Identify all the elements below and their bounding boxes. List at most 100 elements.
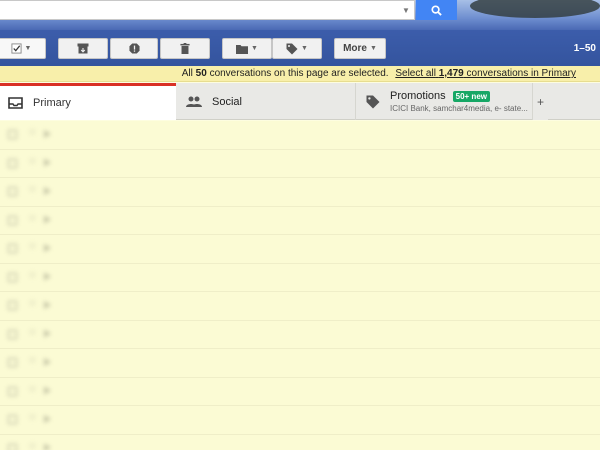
star-icon[interactable]: ☆	[28, 298, 37, 309]
star-icon[interactable]: ☆	[28, 213, 37, 224]
tab-promotions-label: Promotions	[390, 90, 446, 102]
importance-marker-icon[interactable]	[44, 415, 51, 423]
row-checkbox[interactable]	[8, 158, 17, 168]
row-checkbox[interactable]	[8, 358, 17, 367]
tab-primary[interactable]: Primary	[0, 83, 176, 120]
importance-marker-icon[interactable]	[44, 386, 51, 395]
table-row[interactable]: ☆	[0, 121, 600, 150]
star-icon[interactable]: ☆	[28, 355, 37, 366]
row-checkbox[interactable]	[8, 386, 17, 396]
star-icon[interactable]: ☆	[28, 270, 37, 281]
table-row[interactable]: ☆	[0, 149, 600, 178]
row-checkbox[interactable]	[8, 415, 17, 424]
row-checkbox[interactable]	[8, 244, 17, 253]
archive-button[interactable]	[58, 38, 108, 59]
search-button[interactable]	[416, 0, 457, 20]
promotions-senders: ICICI Bank, samchar4media, e- state...	[390, 104, 528, 113]
row-content: ☆	[0, 235, 600, 263]
importance-marker-icon[interactable]	[44, 272, 51, 281]
report-spam-button[interactable]	[110, 38, 158, 59]
tab-social-label: Social	[212, 95, 242, 108]
labels-button[interactable]: ▼	[272, 38, 322, 59]
table-row[interactable]: ☆	[0, 206, 600, 235]
row-content: ☆	[0, 207, 600, 235]
star-icon[interactable]: ☆	[28, 327, 37, 338]
importance-marker-icon[interactable]	[44, 301, 51, 309]
row-content: ☆	[0, 406, 600, 434]
search-icon	[431, 4, 442, 16]
tab-social[interactable]: Social	[176, 83, 356, 120]
new-count-badge: 50+ new	[452, 90, 490, 102]
table-row[interactable]: ☆	[0, 349, 600, 378]
star-icon[interactable]: ☆	[28, 384, 37, 395]
chevron-down-icon: ▼	[301, 45, 308, 52]
people-icon	[186, 96, 202, 107]
star-icon[interactable]: ☆	[28, 441, 37, 450]
table-row[interactable]: ☆	[0, 235, 600, 264]
checkbox-icon	[10, 43, 22, 54]
row-checkbox[interactable]	[8, 187, 17, 196]
inbox-icon	[8, 97, 23, 109]
link-suffix: conversations in Primary	[466, 68, 576, 79]
row-content: ☆	[0, 150, 600, 178]
row-checkbox[interactable]	[8, 272, 17, 282]
row-checkbox[interactable]	[8, 443, 17, 450]
message-list: ☆ ☆ ☆ ☆ ☆ ☆ ☆ ☆ ☆ ☆ ☆ ☆	[0, 121, 600, 450]
row-checkbox[interactable]	[8, 301, 17, 310]
more-button[interactable]: More ▼	[334, 38, 386, 59]
category-tabs: Primary Social Promotions 50+ new ICICI …	[0, 83, 600, 120]
banner-prefix: All	[181, 68, 193, 79]
tab-promotions[interactable]: Promotions 50+ new ICICI Bank, samchar4m…	[356, 83, 532, 120]
delete-button[interactable]	[160, 38, 210, 59]
importance-marker-icon[interactable]	[44, 443, 51, 450]
importance-marker-icon[interactable]	[44, 215, 51, 224]
search-options-icon[interactable]: ▼	[402, 6, 410, 15]
importance-marker-icon[interactable]	[44, 187, 51, 195]
importance-marker-icon[interactable]	[44, 158, 51, 167]
table-row[interactable]: ☆	[0, 377, 600, 406]
link-prefix: Select all	[395, 68, 436, 79]
importance-marker-icon[interactable]	[44, 358, 51, 366]
star-icon[interactable]: ☆	[28, 412, 37, 423]
table-row[interactable]: ☆	[0, 406, 600, 435]
select-all-conversations-link[interactable]: Select all 1,479 conversations in Primar…	[395, 68, 576, 79]
table-row[interactable]: ☆	[0, 292, 600, 321]
move-to-button[interactable]: ▼	[222, 38, 272, 59]
report-spam-icon	[128, 43, 140, 54]
tag-icon	[366, 95, 380, 108]
row-content: ☆	[0, 321, 600, 349]
importance-marker-icon[interactable]	[44, 130, 51, 138]
chevron-down-icon: ▼	[251, 45, 258, 52]
star-icon[interactable]: ☆	[28, 156, 37, 167]
trash-icon	[180, 43, 190, 54]
row-content: ☆	[0, 349, 600, 377]
folder-icon	[236, 44, 249, 54]
row-checkbox[interactable]	[8, 329, 17, 339]
selection-banner: All 50 conversations on this page are se…	[0, 66, 600, 82]
link-count: 1,479	[438, 68, 464, 79]
importance-marker-icon[interactable]	[44, 329, 51, 338]
row-content: ☆	[0, 292, 600, 320]
more-button-label: More	[343, 43, 367, 54]
row-content: ☆	[0, 435, 600, 450]
row-content: ☆	[0, 378, 600, 406]
add-tab-button[interactable]: +	[532, 83, 548, 120]
star-icon[interactable]: ☆	[28, 184, 37, 195]
search-input[interactable]	[0, 0, 415, 20]
banner-count: 50	[195, 68, 207, 79]
table-row[interactable]: ☆	[0, 434, 600, 450]
star-icon[interactable]: ☆	[28, 127, 37, 138]
star-icon[interactable]: ☆	[28, 241, 37, 252]
importance-marker-icon[interactable]	[44, 244, 51, 252]
plus-icon: +	[536, 94, 544, 109]
table-row[interactable]: ☆	[0, 263, 600, 292]
row-content: ☆	[0, 121, 600, 149]
row-content: ☆	[0, 264, 600, 292]
promotions-heading: Promotions 50+ new	[390, 90, 528, 102]
row-checkbox[interactable]	[8, 215, 17, 225]
select-all-button[interactable]: ▼	[0, 38, 46, 59]
archive-icon	[77, 43, 89, 54]
table-row[interactable]: ☆	[0, 178, 600, 207]
table-row[interactable]: ☆	[0, 320, 600, 349]
row-checkbox[interactable]	[8, 130, 17, 139]
